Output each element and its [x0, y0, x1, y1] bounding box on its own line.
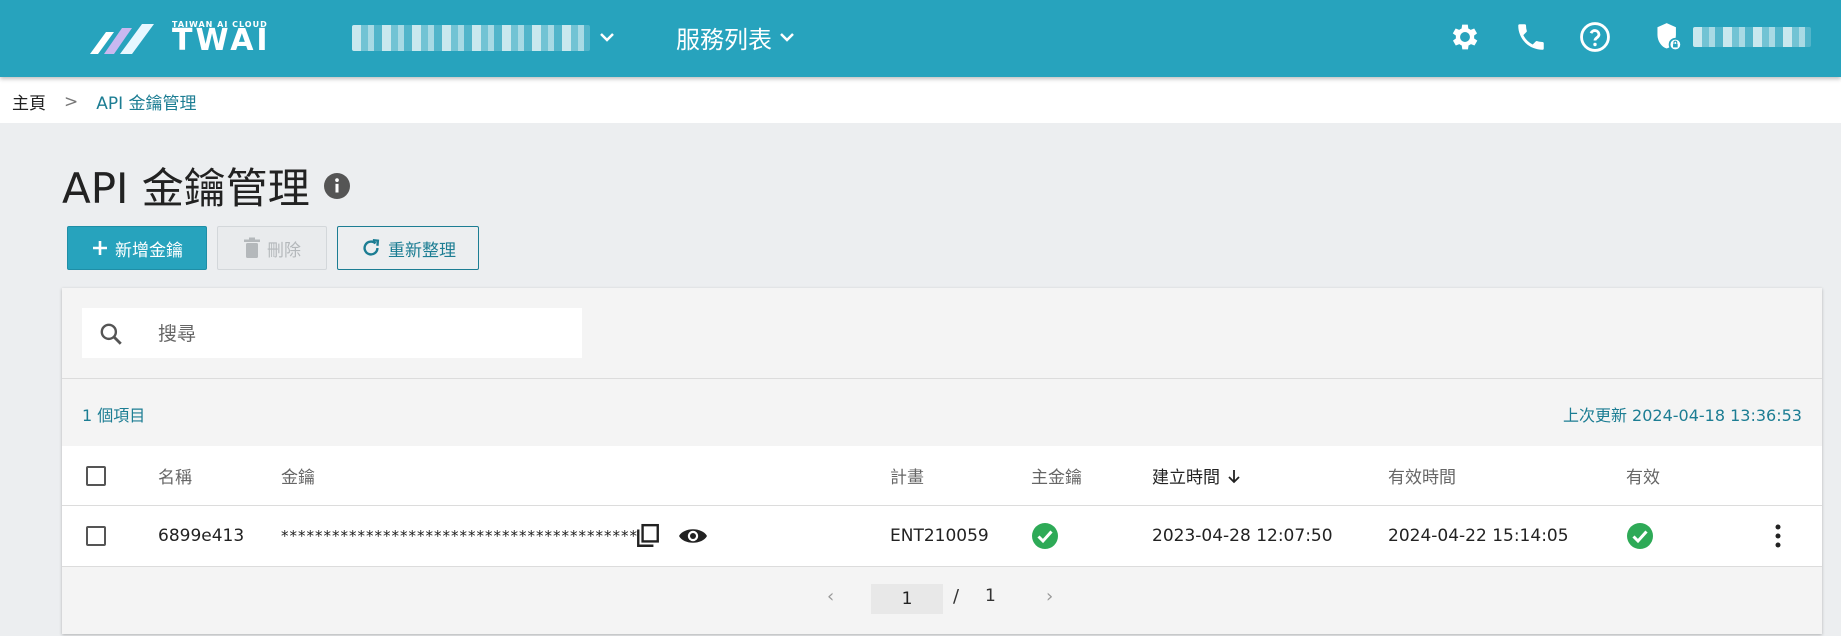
copy-key-cell: [635, 506, 661, 566]
refresh-button[interactable]: 重新整理: [337, 226, 479, 270]
organization-select[interactable]: [352, 22, 614, 54]
row-created: 2023-04-28 12:07:50: [1152, 526, 1333, 546]
chevron-down-icon: [600, 30, 614, 46]
row-key-masked: ****************************************…: [281, 527, 638, 545]
delete-button[interactable]: 刪除: [217, 226, 327, 270]
api-keys-panel: 1 個項目 上次更新 2024-04-18 13:36:53 名稱 金鑰 計畫 …: [62, 288, 1822, 634]
top-navigation-bar: TAIWAN AI CLOUD TWAI 服務列表: [0, 0, 1841, 77]
redacted-organization-name: [352, 25, 590, 51]
eye-icon[interactable]: [678, 524, 708, 548]
column-header-created[interactable]: 建立時間: [1152, 446, 1242, 505]
column-header-name[interactable]: 名稱: [158, 446, 192, 505]
column-header-primary-key[interactable]: 主金鑰: [1031, 446, 1082, 505]
column-header-created-label: 建立時間: [1152, 468, 1220, 488]
delete-label: 刪除: [267, 240, 301, 261]
user-shield-icon: [1657, 23, 1682, 52]
gear-icon[interactable]: [1448, 20, 1482, 54]
refresh-label: 重新整理: [388, 240, 456, 261]
refresh-icon: [363, 239, 380, 256]
page-title: API 金鑰管理: [62, 155, 350, 216]
user-menu[interactable]: [1655, 22, 1811, 52]
add-key-button[interactable]: 新增金鑰: [67, 226, 207, 270]
search-icon: [100, 323, 122, 345]
item-count: 1 個項目: [82, 406, 146, 425]
sort-descending-icon: [1228, 469, 1240, 483]
trash-icon: [244, 237, 260, 258]
check-circle-icon: [1627, 523, 1653, 549]
row-select-cell: [86, 506, 106, 566]
row-valid-status: [1627, 506, 1653, 566]
services-menu-label: 服務列表: [676, 26, 772, 54]
page-separator: /: [953, 586, 960, 607]
twai-logo[interactable]: TAIWAN AI CLOUD TWAI: [86, 20, 296, 56]
search-input[interactable]: [156, 308, 570, 360]
row-plan: ENT210059: [890, 526, 989, 546]
chevron-down-icon: [780, 30, 794, 46]
pagination: ‹ / 1 ›: [62, 566, 1822, 630]
row-expires: 2024-04-22 15:14:05: [1388, 526, 1569, 546]
breadcrumb-current: API 金鑰管理: [96, 94, 197, 114]
row-checkbox[interactable]: [86, 526, 106, 546]
table-row[interactable]: 6899e413 *******************************…: [62, 506, 1822, 567]
table-header-row: 名稱 金鑰 計畫 主金鑰 建立時間 有效時間 有效: [62, 446, 1822, 506]
add-key-label: 新增金鑰: [115, 240, 183, 261]
breadcrumb-home-link[interactable]: 主頁: [12, 89, 46, 114]
column-header-key[interactable]: 金鑰: [281, 446, 315, 505]
last-updated: 上次更新 2024-04-18 13:36:53: [1562, 406, 1802, 425]
show-key-cell: [678, 506, 708, 566]
info-icon[interactable]: [323, 172, 350, 199]
api-keys-table: 名稱 金鑰 計畫 主金鑰 建立時間 有效時間 有效 6899e413 *****…: [62, 446, 1822, 567]
help-icon[interactable]: [1578, 20, 1612, 54]
check-circle-icon: [1032, 523, 1058, 549]
breadcrumb-bar: 主頁 > API 金鑰管理: [0, 77, 1841, 123]
phone-icon[interactable]: [1514, 20, 1548, 54]
search-box: [82, 308, 582, 360]
row-actions-cell: [1773, 506, 1783, 566]
copy-icon[interactable]: [635, 523, 661, 549]
select-all-checkbox[interactable]: [86, 465, 106, 486]
logo-wordmark: TWAI: [172, 23, 271, 58]
breadcrumb: 主頁 > API 金鑰管理: [12, 89, 197, 115]
services-menu[interactable]: 服務列表: [676, 20, 794, 55]
next-page-button[interactable]: ›: [1046, 586, 1053, 607]
redacted-user-name: [1693, 27, 1811, 47]
previous-page-button[interactable]: ‹: [827, 586, 834, 607]
column-header-plan[interactable]: 計畫: [890, 446, 924, 505]
page-title-text: API 金鑰管理: [62, 164, 310, 213]
row-name: 6899e413: [158, 526, 245, 546]
breadcrumb-separator: >: [64, 91, 79, 112]
plus-icon: [93, 241, 107, 255]
column-header-expires[interactable]: 有效時間: [1388, 446, 1456, 505]
row-primary-key-status: [1032, 506, 1058, 566]
page-number-input[interactable]: [871, 584, 943, 614]
logo-mark-icon: [90, 24, 154, 54]
page-total: 1: [985, 586, 996, 606]
column-header-valid[interactable]: 有效: [1626, 446, 1660, 505]
divider: [62, 378, 1822, 379]
more-vertical-icon[interactable]: [1773, 523, 1783, 549]
select-all-cell: [86, 446, 106, 505]
